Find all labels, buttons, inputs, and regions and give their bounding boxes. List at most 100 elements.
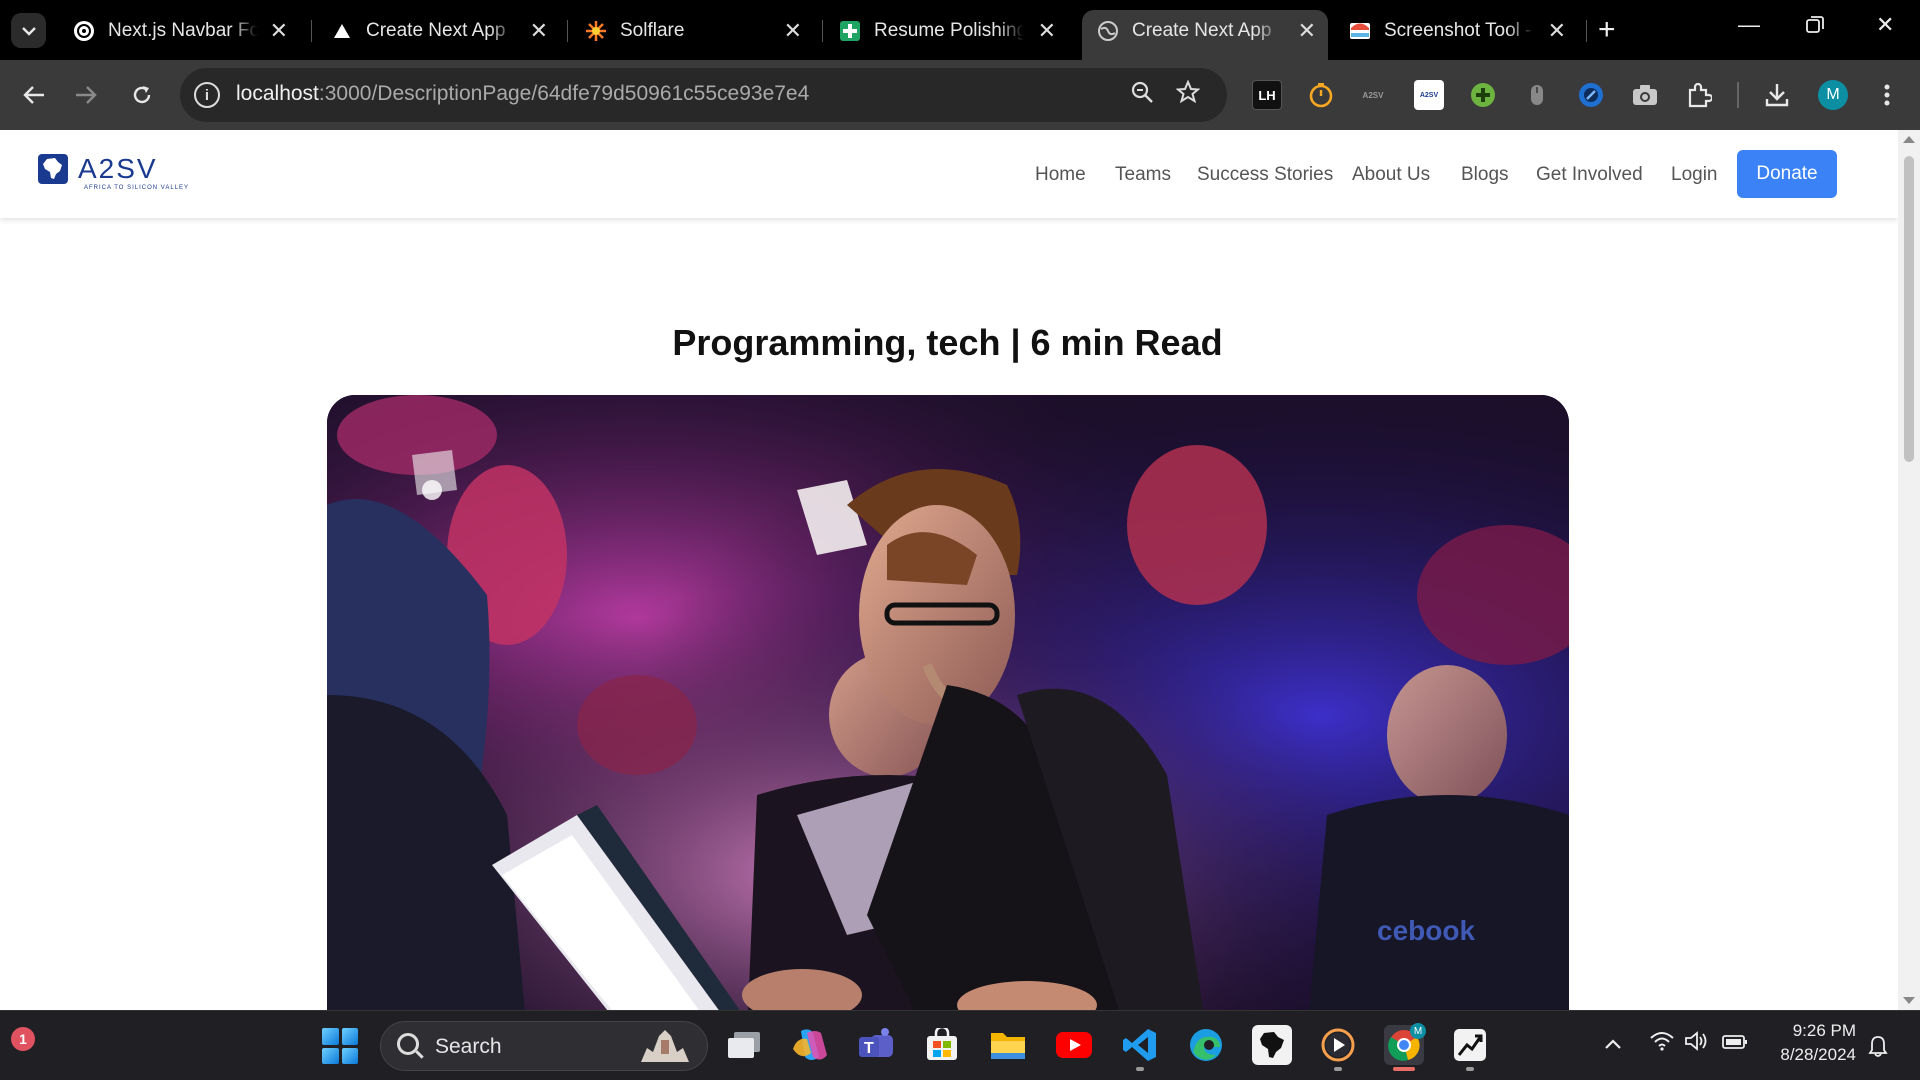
tab-strip: Next.js Navbar Foo ✕ Create Next App ✕ S… xyxy=(0,0,1920,60)
mouse-icon[interactable] xyxy=(1522,80,1552,110)
file-explorer-icon[interactable] xyxy=(988,1025,1028,1065)
tab-title: Solflare xyxy=(620,20,685,41)
chatgpt-icon xyxy=(72,19,96,43)
donate-button[interactable]: Donate xyxy=(1737,150,1837,198)
tab-title: Resume Polishing T xyxy=(874,20,1024,41)
restore-icon[interactable] xyxy=(1806,14,1824,40)
youtube-icon[interactable] xyxy=(1054,1025,1094,1065)
profile-avatar[interactable]: M xyxy=(1818,80,1848,110)
windows-start-icon[interactable] xyxy=(322,1028,358,1064)
chrome-profile-badge: M xyxy=(1410,1023,1426,1039)
globe-icon xyxy=(1096,19,1120,43)
edge-icon[interactable] xyxy=(1186,1025,1226,1065)
lighthouse-icon[interactable]: LH xyxy=(1252,80,1282,110)
chevron-up-icon[interactable] xyxy=(1604,1033,1622,1056)
new-tab-button[interactable]: + xyxy=(1598,12,1616,48)
address-bar[interactable]: i localhost:3000/DescriptionPage/64dfe79… xyxy=(180,68,1227,122)
running-indicator xyxy=(1334,1067,1342,1071)
hero-sticker-text: cebook xyxy=(1377,915,1475,946)
nav-blogs[interactable]: Blogs xyxy=(1461,164,1509,186)
nav-success-stories[interactable]: Success Stories xyxy=(1197,164,1333,186)
browser-tab[interactable]: Resume Polishing T ✕ xyxy=(824,10,1068,52)
download-icon[interactable] xyxy=(1762,80,1792,110)
search-highlight-icon xyxy=(641,1030,689,1062)
volume-icon[interactable] xyxy=(1684,1031,1710,1057)
notification-center-icon[interactable] xyxy=(1868,1035,1888,1062)
tab-divider xyxy=(822,20,823,42)
puzzle-icon[interactable] xyxy=(1684,80,1714,110)
africa-map-icon xyxy=(38,154,68,184)
blue-circle-icon[interactable] xyxy=(1576,80,1606,110)
teams-icon[interactable]: T xyxy=(856,1025,896,1065)
url-path: :3000/DescriptionPage/64dfe79d50961c55ce… xyxy=(318,82,810,105)
notification-badge[interactable]: 1 xyxy=(11,1027,35,1051)
ext-a2sv-label: A2SV xyxy=(1362,90,1384,100)
tab-title: Screenshot Tool - S xyxy=(1384,20,1534,41)
zoom-icon[interactable] xyxy=(1130,80,1154,111)
logo-tagline: AFRICA TO SILICON VALLEY xyxy=(84,185,190,191)
window-close-icon[interactable]: ✕ xyxy=(1876,12,1894,38)
kebab-menu-icon[interactable] xyxy=(1872,80,1902,110)
africa-app-icon[interactable] xyxy=(1252,1025,1292,1065)
wifi-icon[interactable] xyxy=(1650,1031,1674,1057)
a2sv-page-icon[interactable]: A2SV xyxy=(1414,80,1444,110)
site-logo[interactable]: A2SV xyxy=(38,154,158,184)
reload-button[interactable] xyxy=(124,77,160,113)
close-icon[interactable]: ✕ xyxy=(784,18,802,44)
forward-button[interactable] xyxy=(68,77,104,113)
nav-home[interactable]: Home xyxy=(1035,164,1086,186)
browser-tab[interactable]: Solflare ✕ xyxy=(570,10,814,52)
system-clock[interactable]: 9:26 PM 8/28/2024 xyxy=(1760,1019,1856,1067)
url-text[interactable]: localhost:3000/DescriptionPage/64dfe79d5… xyxy=(236,82,809,106)
toolbar-divider xyxy=(1737,82,1739,108)
close-icon[interactable]: ✕ xyxy=(530,18,548,44)
screenshot-tool-icon xyxy=(1348,19,1372,43)
bookmark-star-icon[interactable] xyxy=(1175,79,1201,111)
task-view-icon[interactable] xyxy=(724,1025,764,1065)
minimize-icon[interactable]: — xyxy=(1738,12,1760,38)
nav-about-us[interactable]: About Us xyxy=(1352,164,1430,186)
close-icon[interactable]: ✕ xyxy=(1038,18,1056,44)
taskbar-search-box[interactable]: Search xyxy=(380,1021,708,1071)
browser-toolbar: i localhost:3000/DescriptionPage/64dfe79… xyxy=(0,60,1920,130)
nav-get-involved[interactable]: Get Involved xyxy=(1536,164,1643,186)
store-icon[interactable] xyxy=(922,1025,962,1065)
browser-tab[interactable]: Screenshot Tool - S ✕ xyxy=(1334,10,1578,52)
camera-icon[interactable] xyxy=(1630,80,1660,110)
stocks-app-icon[interactable] xyxy=(1450,1025,1490,1065)
chrome-icon[interactable]: M xyxy=(1384,1023,1426,1065)
browser-tab[interactable]: Create Next App ✕ xyxy=(316,10,560,52)
chevron-down-icon xyxy=(21,26,36,36)
close-icon[interactable]: ✕ xyxy=(1548,18,1566,44)
copilot-icon[interactable] xyxy=(790,1025,830,1065)
page-viewport: A2SV AFRICA TO SILICON VALLEY Home Teams… xyxy=(0,130,1898,1010)
forward-arrow-icon xyxy=(76,86,97,104)
back-button[interactable] xyxy=(16,77,52,113)
browser-tab-active[interactable]: Create Next App ✕ xyxy=(1082,10,1328,60)
browser-tab[interactable]: Next.js Navbar Foo ✕ xyxy=(58,10,300,52)
site-info-icon[interactable]: i xyxy=(194,82,220,108)
clock-time: 9:26 PM xyxy=(1792,1021,1856,1040)
tab-title: Create Next App xyxy=(366,20,506,41)
tab-title: Next.js Navbar Foo xyxy=(108,20,258,41)
tab-search-button[interactable] xyxy=(11,13,46,48)
timer-icon[interactable] xyxy=(1306,80,1336,110)
running-indicator xyxy=(1136,1067,1144,1071)
nav-login[interactable]: Login xyxy=(1671,164,1718,186)
page-scrollbar[interactable] xyxy=(1898,130,1920,1010)
close-icon[interactable]: ✕ xyxy=(1298,18,1316,44)
scroll-down-arrow-icon[interactable] xyxy=(1903,997,1915,1004)
logo-wordmark: A2SV xyxy=(78,153,158,184)
close-icon[interactable]: ✕ xyxy=(270,18,288,44)
scrollbar-thumb[interactable] xyxy=(1904,156,1914,462)
battery-icon[interactable] xyxy=(1722,1033,1748,1056)
scroll-up-arrow-icon[interactable] xyxy=(1903,136,1915,143)
vscode-icon[interactable] xyxy=(1120,1025,1160,1065)
media-player-icon[interactable] xyxy=(1318,1025,1358,1065)
search-icon xyxy=(397,1033,419,1055)
vercel-triangle-icon xyxy=(330,19,354,43)
a2sv-ext-icon[interactable]: A2SV xyxy=(1358,80,1388,110)
tab-divider xyxy=(1586,20,1587,42)
nav-teams[interactable]: Teams xyxy=(1115,164,1171,186)
green-plus-icon[interactable] xyxy=(1468,80,1498,110)
